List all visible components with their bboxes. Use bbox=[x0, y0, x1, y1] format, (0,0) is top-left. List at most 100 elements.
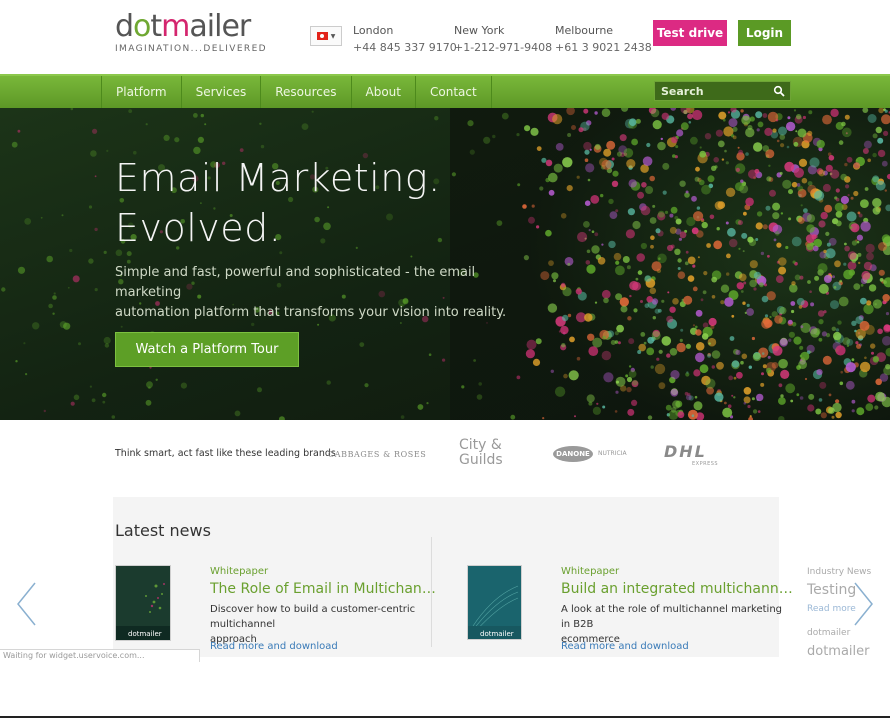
office-phone[interactable]: +61 3 9021 2438 bbox=[555, 39, 652, 56]
hero-particle bbox=[670, 370, 680, 380]
hero-particle bbox=[106, 149, 109, 152]
nav-item-resources[interactable]: Resources bbox=[261, 76, 352, 108]
read-more-link[interactable]: Read more and download bbox=[210, 641, 338, 652]
hero-particle bbox=[733, 376, 737, 380]
hero-particle bbox=[842, 127, 852, 138]
hero-particle bbox=[807, 280, 811, 284]
hero-particle bbox=[875, 126, 882, 134]
hero-particle bbox=[627, 208, 636, 216]
hero-particle bbox=[555, 143, 564, 151]
search-icon[interactable] bbox=[773, 85, 785, 97]
hero-particle bbox=[793, 141, 799, 147]
nav-item-services[interactable]: Services bbox=[182, 76, 262, 108]
office-phone[interactable]: +1-212-971-9408 bbox=[454, 39, 552, 56]
hero-particle bbox=[832, 275, 835, 279]
hero-particle bbox=[740, 360, 744, 365]
hero-particle bbox=[767, 111, 779, 123]
hero-particle bbox=[828, 155, 835, 161]
hero-particle bbox=[180, 382, 187, 389]
hero-particle bbox=[679, 180, 686, 187]
hero-particle bbox=[808, 110, 813, 115]
hero-particle bbox=[469, 149, 475, 155]
hero-particle bbox=[687, 256, 696, 265]
hero-particle bbox=[553, 163, 563, 173]
hero-particle bbox=[743, 281, 747, 285]
hero-particle bbox=[632, 220, 641, 230]
nav-item-about[interactable]: About bbox=[352, 76, 416, 108]
news-thumbnail[interactable]: dotmailer bbox=[115, 565, 171, 641]
hero-particle bbox=[674, 216, 679, 220]
hero-particle bbox=[780, 143, 785, 148]
chevron-left-icon[interactable] bbox=[16, 582, 36, 626]
hero-particle bbox=[594, 143, 601, 150]
news-thumbnail[interactable]: dotmailer bbox=[467, 565, 522, 640]
hero-particle bbox=[835, 411, 842, 419]
hero-particle bbox=[677, 271, 686, 279]
hero-particle bbox=[838, 140, 844, 145]
brand-logo-danone: DANONE bbox=[553, 446, 593, 462]
hero-particle bbox=[574, 415, 576, 418]
hero-particle bbox=[717, 140, 725, 148]
chevron-right-icon[interactable] bbox=[854, 582, 874, 626]
hero-particle bbox=[863, 140, 872, 149]
news-headline[interactable]: Build an integrated multichannel s... bbox=[561, 581, 793, 597]
hero-particle bbox=[868, 284, 877, 292]
hero-subtitle: Simple and fast, powerful and sophistica… bbox=[115, 263, 545, 323]
hero-particle bbox=[657, 253, 667, 264]
news-category: Whitepaper bbox=[210, 566, 269, 577]
hero-particle bbox=[696, 206, 701, 210]
hero-particle bbox=[575, 288, 582, 295]
hero-particle bbox=[837, 339, 841, 343]
peek-read-more-link[interactable]: Read more bbox=[807, 604, 856, 614]
peek-news-headline[interactable]: Testing bbox=[807, 582, 856, 598]
hero-particle bbox=[548, 260, 554, 266]
country-selector[interactable]: ▼ bbox=[310, 26, 342, 46]
hero-particle bbox=[568, 370, 579, 381]
hero-particle bbox=[742, 301, 746, 305]
hero-particle bbox=[851, 358, 855, 362]
hero-particle bbox=[52, 312, 55, 315]
hero-particle bbox=[567, 133, 572, 137]
watch-tour-button[interactable]: Watch a Platform Tour bbox=[115, 332, 299, 367]
hero-particle bbox=[797, 128, 807, 138]
hero-particle bbox=[601, 350, 612, 361]
hero-particle bbox=[711, 350, 721, 359]
hero-particle bbox=[851, 409, 855, 413]
hero-particle bbox=[590, 195, 600, 204]
read-more-link[interactable]: Read more and download bbox=[561, 641, 689, 652]
news-headline[interactable]: The Role of Email in Multichannel ... bbox=[210, 581, 440, 597]
hero-particle bbox=[627, 408, 635, 416]
hero-particle bbox=[776, 242, 782, 248]
hero-particle bbox=[613, 252, 622, 261]
hero-particle bbox=[585, 260, 591, 265]
hero-particle bbox=[753, 271, 762, 280]
hero-particle bbox=[711, 295, 716, 299]
hero-particle bbox=[778, 126, 787, 136]
office-phone[interactable]: +44 845 337 9170 bbox=[353, 39, 457, 56]
test-drive-button[interactable]: Test drive bbox=[653, 20, 727, 46]
dotmailer-logo[interactable]: dotmailer IMAGINATION...DELIVERED bbox=[115, 12, 267, 55]
hero-particle bbox=[701, 184, 711, 195]
hero-particle bbox=[234, 410, 241, 417]
hero-particle bbox=[625, 229, 636, 239]
hero-particle bbox=[528, 216, 535, 224]
hero-particle bbox=[364, 383, 369, 388]
hero-particle bbox=[633, 308, 638, 313]
hero-particle bbox=[738, 247, 741, 250]
hero-particle bbox=[651, 261, 662, 272]
hero-particle bbox=[778, 257, 787, 266]
hero-particle bbox=[861, 270, 871, 280]
hero-particle bbox=[615, 390, 619, 394]
hero-particle bbox=[687, 275, 695, 282]
login-button[interactable]: Login bbox=[738, 20, 791, 46]
hero-particle bbox=[606, 140, 616, 150]
nav-item-platform[interactable]: Platform bbox=[102, 76, 182, 108]
hero-particle bbox=[867, 114, 877, 123]
hero-particle bbox=[631, 399, 638, 406]
hero-particle bbox=[661, 336, 672, 346]
hero-particle bbox=[757, 121, 764, 128]
search-input[interactable] bbox=[661, 84, 771, 98]
hero-particle bbox=[615, 265, 625, 276]
hero-banner: Email Marketing. Evolved. Simple and fas… bbox=[0, 108, 890, 420]
nav-item-contact[interactable]: Contact bbox=[416, 76, 492, 108]
